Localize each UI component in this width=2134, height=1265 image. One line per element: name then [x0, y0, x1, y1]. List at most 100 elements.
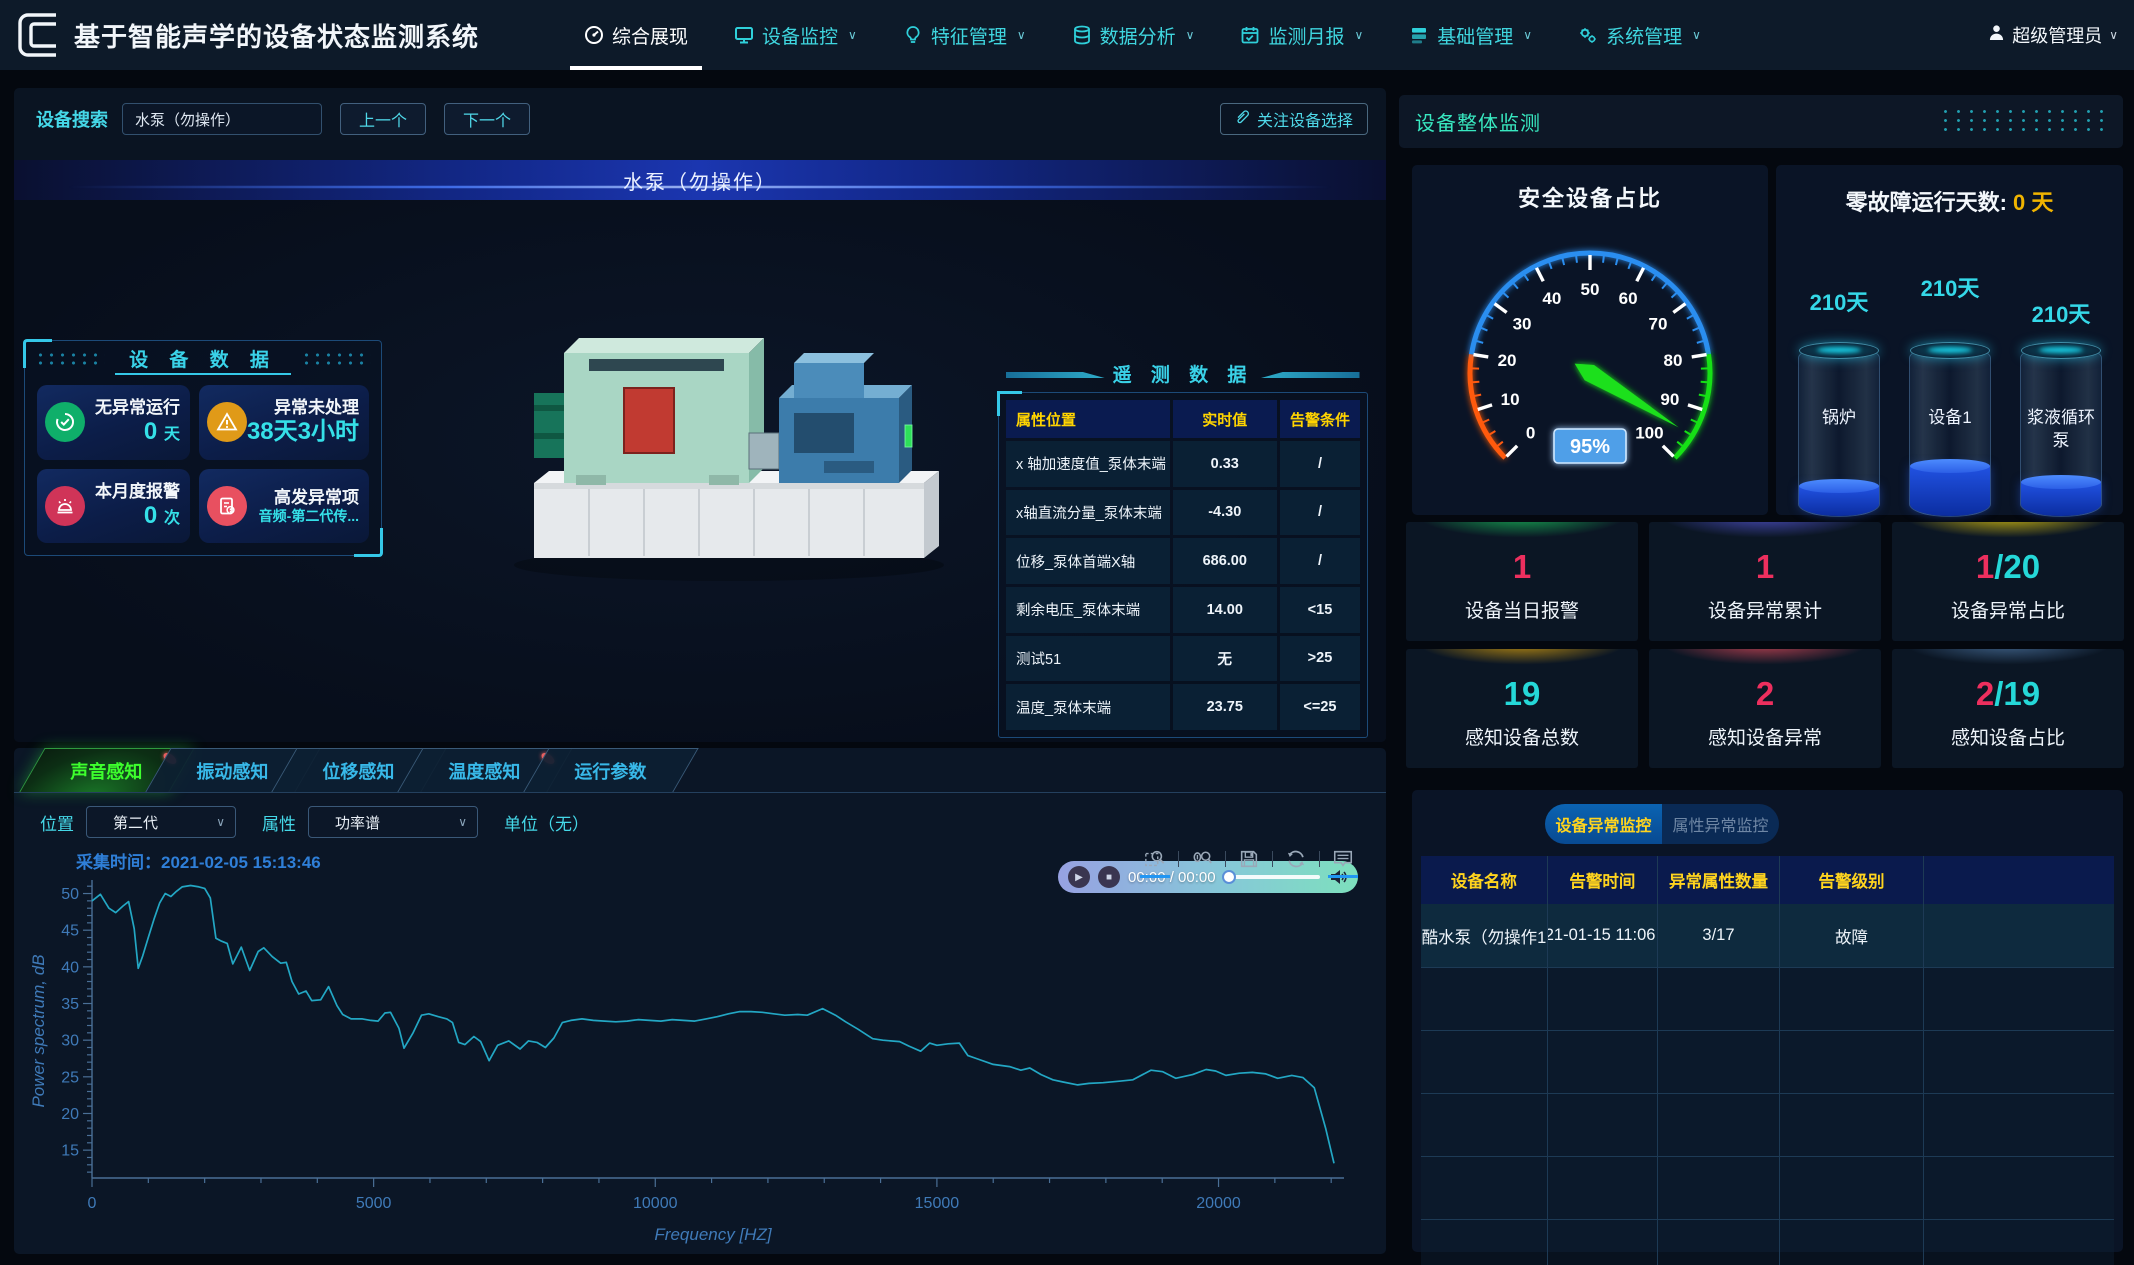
svg-text:40: 40: [1542, 289, 1561, 308]
machine-3d-model[interactable]: [494, 293, 964, 593]
toolbar-separator: [1319, 851, 1320, 867]
chart-toolbar: [1142, 846, 1356, 872]
nav-item-3[interactable]: 特征管理∨: [903, 0, 1026, 70]
stat-card-6: 2/19感知设备占比: [1892, 649, 2124, 768]
chevron-down-icon: ∨: [458, 815, 467, 829]
cylinder-top: [1799, 342, 1879, 359]
svg-text:Frequency [HZ]: Frequency [HZ]: [654, 1225, 772, 1244]
data-view-icon[interactable]: [1330, 846, 1356, 872]
cylinder-device-name: 锅炉: [1798, 407, 1880, 430]
svg-text:50: 50: [61, 886, 79, 903]
nav-item-1[interactable]: 综合展现: [584, 0, 688, 70]
cylinder-liquid: [2021, 482, 2101, 516]
device-title-banner: 水泵（勿操作）: [14, 160, 1386, 200]
telemetry-header: 属性位置: [1006, 400, 1170, 438]
alarm-table-empty-row: [1421, 1093, 2114, 1156]
stat-value: 19: [1406, 675, 1638, 713]
device-cylinders: 210天锅炉210天设备1210天浆液循环泵: [1776, 225, 2123, 515]
stat-label: 设备当日报警: [1406, 596, 1638, 623]
cell: [1780, 1157, 1924, 1219]
sensing-tabs: 声音感知振动感知位移感知温度感知运行参数: [32, 748, 662, 792]
toolbar-separator: [1178, 851, 1179, 867]
stat-value: 2: [1649, 675, 1881, 713]
cylinder-top: [1910, 342, 1990, 359]
next-device-button[interactable]: 下一个: [444, 103, 530, 135]
nav-item-6[interactable]: 基础管理∨: [1409, 0, 1532, 70]
device-search-input[interactable]: 水泵（勿操作）: [122, 103, 322, 135]
cell: [1780, 1220, 1924, 1265]
alarm-table-empty-row: [1421, 1219, 2114, 1265]
attribute-select[interactable]: 功率谱∨: [308, 806, 478, 838]
device-cylinder-2: 210天设备1: [1909, 345, 1991, 517]
telemetry-row: 测试51无>25: [1006, 636, 1360, 682]
cell: 3/17: [1658, 904, 1780, 967]
user-menu[interactable]: 超级管理员 ∨: [1988, 0, 2118, 70]
device-data-card-4: 高发异常项音频-第二代传...: [199, 469, 369, 544]
search-label: 设备搜索: [36, 106, 108, 132]
alarm-table-empty-row: [1421, 967, 2114, 1030]
alarm-table-empty-row: [1421, 1030, 2114, 1093]
dots-decoration: [1939, 107, 2109, 135]
cell: [1924, 1157, 2114, 1219]
alarm-monitor-card: 设备异常监控属性异常监控 设备名称告警时间异常属性数量告警级别云酷水泵（勿操作1…: [1412, 790, 2123, 1252]
chevron-down-icon: ∨: [1354, 28, 1363, 42]
overview-title: 设备整体监测: [1415, 107, 1541, 136]
tab-5[interactable]: 运行参数: [523, 748, 698, 792]
telemetry-title: 遥 测 数 据: [1113, 360, 1254, 387]
restore-icon[interactable]: [1283, 846, 1309, 872]
focus-device-select-button[interactable]: 关注设备选择: [1220, 103, 1368, 135]
cylinder-device-name: 浆液循环泵: [2020, 407, 2102, 453]
cylinder-liquid: [1910, 466, 1990, 516]
svg-text:15000: 15000: [915, 1195, 960, 1212]
svg-text:35: 35: [61, 996, 79, 1013]
svg-text:20000: 20000: [1196, 1195, 1241, 1212]
nav-item-2[interactable]: 设备监控∨: [734, 0, 857, 70]
device-data-cards: 无异常运行0 天异常未处理38天3小时本月度报警0 次高发异常项音频-第二代传.…: [37, 385, 369, 543]
chart-header: 采集时间：2021-02-05 15:13:46: [14, 846, 1386, 876]
position-select[interactable]: 第二代∨: [86, 806, 236, 838]
zoom-select-icon[interactable]: [1142, 846, 1168, 872]
nav-item-4[interactable]: 数据分析∨: [1072, 0, 1195, 70]
cell: [1924, 904, 2114, 967]
nav-item-7[interactable]: 系统管理∨: [1578, 0, 1701, 70]
save-image-icon[interactable]: [1236, 846, 1262, 872]
cell: [1780, 968, 1924, 1030]
device-search-row: 设备搜索 水泵（勿操作） 上一个 下一个 关注设备选择: [14, 88, 1386, 150]
toolbar-separator: [1272, 851, 1273, 867]
gears-icon: [1578, 25, 1598, 45]
chevron-down-icon: ∨: [1017, 28, 1026, 42]
alarm-tabs: 设备异常监控属性异常监控: [1545, 804, 1779, 844]
cell: 告警时间: [1548, 856, 1658, 904]
zero-fault-card: 零故障运行天数:0 天 210天锅炉210天设备1210天浆液循环泵: [1776, 165, 2123, 515]
cell: [1924, 968, 2114, 1030]
cell: [1548, 1220, 1658, 1265]
collect-time: 采集时间：2021-02-05 15:13:46: [76, 848, 321, 873]
cylinder-liquid: [1799, 486, 1879, 516]
zoom-reset-icon[interactable]: [1189, 846, 1215, 872]
cell: [1658, 968, 1780, 1030]
alarm-table-row[interactable]: 云酷水泵（勿操作1）2021-01-15 11:06:523/17故障: [1421, 904, 2114, 967]
stat-value: 1: [1406, 548, 1638, 586]
chevron-down-icon: ∨: [1692, 28, 1701, 42]
cell: [1924, 856, 2114, 904]
telemetry-header: 遥 测 数 据: [998, 356, 1368, 390]
cylinder-top: [2021, 342, 2101, 359]
telemetry-row: 位移_泵体首端X轴686.00/: [1006, 538, 1360, 584]
alarm-tab-1[interactable]: 设备异常监控: [1545, 804, 1662, 844]
cell: [1548, 1157, 1658, 1219]
cell: [1421, 1220, 1548, 1265]
telemetry-row: 剩余电压_泵体末端14.00<15: [1006, 587, 1360, 633]
telemetry-header: 告警条件: [1280, 400, 1360, 438]
gauge-title: 安全设备占比: [1412, 181, 1768, 213]
svg-text:5000: 5000: [356, 1195, 392, 1212]
alarm-icon: [45, 486, 85, 526]
svg-text:80: 80: [1664, 351, 1683, 370]
spectrum-chart[interactable]: 050001000015000200001520253035404550Freq…: [28, 876, 1368, 1248]
nav-item-5[interactable]: 监测月报∨: [1240, 0, 1363, 70]
stat-value: 2/19: [1892, 675, 2124, 713]
alarm-tab-2[interactable]: 属性异常监控: [1662, 804, 1779, 844]
cell: [1658, 1094, 1780, 1156]
stat-label: 设备异常占比: [1892, 596, 2124, 623]
database-icon: [1072, 25, 1092, 45]
prev-device-button[interactable]: 上一个: [340, 103, 426, 135]
